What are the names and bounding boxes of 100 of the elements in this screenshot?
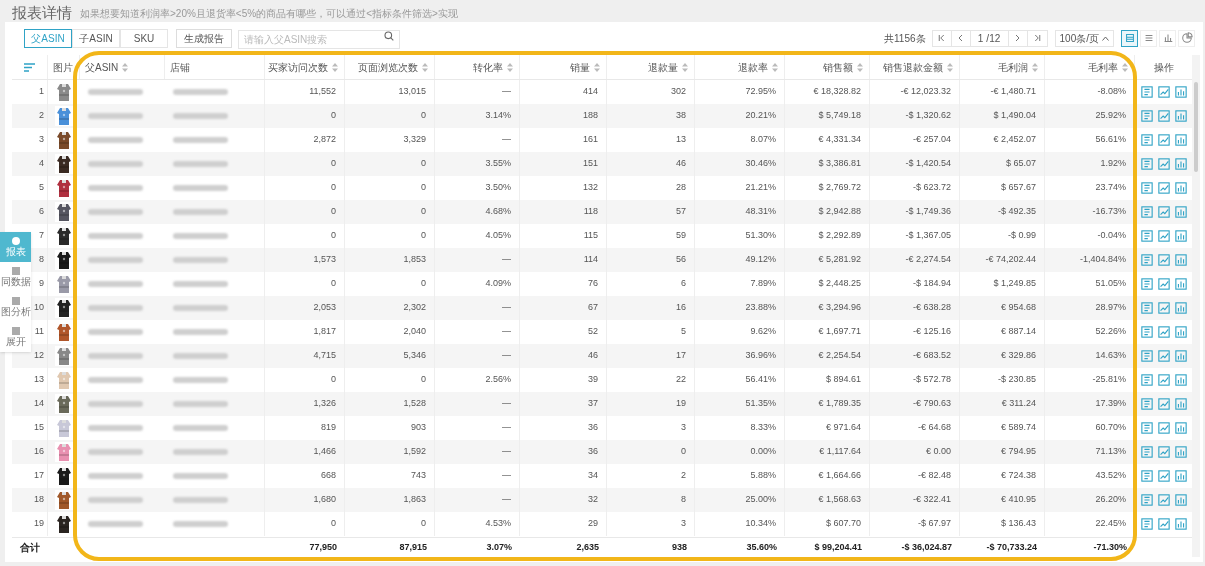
menu-icon[interactable] [24, 62, 35, 72]
bar-chart-icon[interactable] [1174, 446, 1187, 458]
scrollbar[interactable] [1192, 55, 1200, 557]
document-icon[interactable] [1140, 230, 1153, 242]
line-chart-icon[interactable] [1157, 302, 1170, 314]
bar-chart-icon[interactable] [1174, 254, 1187, 266]
sort-icon[interactable] [1032, 62, 1038, 72]
list-view-button[interactable] [1140, 29, 1157, 47]
line-chart-icon[interactable] [1157, 326, 1170, 338]
column-header[interactable]: 销售额 [823, 59, 863, 75]
document-icon[interactable] [1140, 446, 1153, 458]
document-icon[interactable] [1140, 350, 1153, 362]
sort-icon[interactable] [507, 62, 513, 72]
table-cell: 1,466 [313, 445, 336, 459]
sort-icon[interactable] [1122, 62, 1128, 72]
line-chart-icon[interactable] [1157, 254, 1170, 266]
bar-chart-icon[interactable] [1174, 86, 1187, 98]
line-chart-icon[interactable] [1157, 182, 1170, 194]
tab[interactable]: 子ASIN [72, 28, 120, 48]
column-header[interactable]: 毛利润 [998, 59, 1038, 75]
bar-chart-icon[interactable] [1174, 518, 1187, 530]
sort-icon[interactable] [332, 62, 338, 72]
side-panel-item[interactable]: 同数据 [0, 262, 31, 292]
column-header[interactable]: 转化率 [473, 59, 513, 75]
redacted-text [88, 449, 143, 455]
document-icon[interactable] [1140, 206, 1153, 218]
line-chart-icon[interactable] [1157, 518, 1170, 530]
line-chart-icon[interactable] [1157, 350, 1170, 362]
column-header[interactable]: 毛利率 [1088, 59, 1128, 75]
column-header[interactable]: 图片 [53, 59, 73, 75]
document-icon[interactable] [1140, 86, 1153, 98]
document-icon[interactable] [1140, 374, 1153, 386]
document-icon[interactable] [1140, 254, 1153, 266]
line-chart-icon[interactable] [1157, 206, 1170, 218]
line-chart-icon[interactable] [1157, 422, 1170, 434]
sort-icon[interactable] [122, 62, 129, 72]
line-chart-icon[interactable] [1157, 374, 1170, 386]
line-chart-icon[interactable] [1157, 134, 1170, 146]
document-icon[interactable] [1140, 302, 1153, 314]
document-icon[interactable] [1140, 326, 1153, 338]
bar-chart-icon[interactable] [1174, 398, 1187, 410]
bar-chart-icon[interactable] [1174, 182, 1187, 194]
bar-chart-icon[interactable] [1174, 494, 1187, 506]
bar-chart-icon[interactable] [1174, 302, 1187, 314]
line-chart-icon[interactable] [1157, 470, 1170, 482]
line-chart-icon[interactable] [1157, 158, 1170, 170]
document-icon[interactable] [1140, 398, 1153, 410]
document-icon[interactable] [1140, 518, 1153, 530]
column-header[interactable]: 退款量 [648, 59, 688, 75]
bar-chart-icon[interactable] [1174, 134, 1187, 146]
sort-icon[interactable] [772, 62, 778, 72]
tab[interactable]: SKU [120, 28, 168, 48]
total-count: 共1156条 [884, 31, 926, 46]
column-header[interactable]: 销量 [570, 59, 600, 75]
document-icon[interactable] [1140, 422, 1153, 434]
bar-chart-icon[interactable] [1174, 158, 1187, 170]
column-header[interactable]: 操作 [1153, 59, 1174, 75]
column-header[interactable]: 买家访问次数 [268, 59, 338, 75]
side-panel-item[interactable]: 图分析 [0, 292, 31, 322]
line-chart-icon[interactable] [1157, 110, 1170, 122]
page-size-select[interactable]: 100条/页 [1054, 29, 1114, 47]
document-icon[interactable] [1140, 158, 1153, 170]
bar-view-button[interactable] [1159, 29, 1176, 47]
sort-icon[interactable] [947, 62, 953, 72]
bar-chart-icon[interactable] [1174, 206, 1187, 218]
bar-chart-icon[interactable] [1174, 278, 1187, 290]
document-icon[interactable] [1140, 110, 1153, 122]
document-icon[interactable] [1140, 278, 1153, 290]
bar-chart-icon[interactable] [1174, 470, 1187, 482]
line-chart-icon[interactable] [1157, 494, 1170, 506]
bar-chart-icon[interactable] [1174, 422, 1187, 434]
document-icon[interactable] [1140, 494, 1153, 506]
pie-view-button[interactable] [1178, 29, 1195, 47]
document-icon[interactable] [1140, 182, 1153, 194]
line-chart-icon[interactable] [1157, 230, 1170, 242]
search-icon[interactable] [384, 31, 394, 41]
bar-chart-icon[interactable] [1174, 230, 1187, 242]
document-icon[interactable] [1140, 134, 1153, 146]
bar-chart-icon[interactable] [1174, 350, 1187, 362]
column-header[interactable]: 页面浏览次数 [358, 59, 428, 75]
sort-icon[interactable] [682, 62, 688, 72]
column-header[interactable]: 销售退款金额 [883, 59, 953, 75]
column-header[interactable]: 店铺 [170, 59, 190, 75]
table-view-button[interactable] [1121, 29, 1138, 47]
bar-chart-icon[interactable] [1174, 110, 1187, 122]
column-header[interactable]: 退款率 [738, 59, 778, 75]
line-chart-icon[interactable] [1157, 86, 1170, 98]
sort-icon[interactable] [422, 62, 428, 72]
line-chart-icon[interactable] [1157, 446, 1170, 458]
document-icon[interactable] [1140, 470, 1153, 482]
line-chart-icon[interactable] [1157, 278, 1170, 290]
column-header[interactable]: 父ASIN [85, 59, 129, 75]
generate-report-button[interactable]: 生成报告 [176, 28, 232, 48]
search-field[interactable]: 请输入父ASIN搜索 [238, 30, 400, 49]
bar-chart-icon[interactable] [1174, 326, 1187, 338]
bar-chart-icon[interactable] [1174, 374, 1187, 386]
line-chart-icon[interactable] [1157, 398, 1170, 410]
side-panel-item[interactable]: 展开 [0, 322, 31, 352]
sort-icon[interactable] [857, 62, 863, 72]
sort-icon[interactable] [594, 62, 600, 72]
